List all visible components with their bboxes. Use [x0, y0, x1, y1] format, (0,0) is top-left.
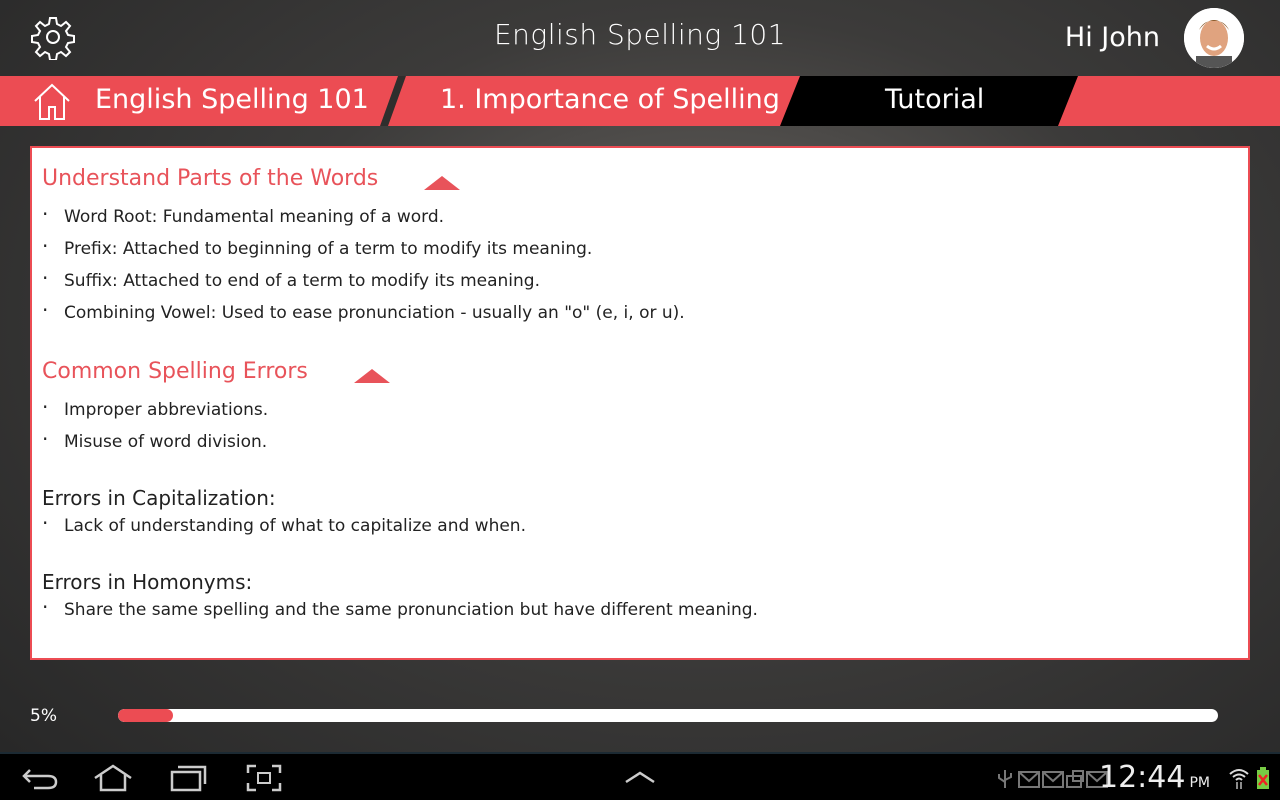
progress-bar — [118, 709, 1218, 722]
subsection-title: Errors in Capitalization: — [42, 486, 276, 510]
list-item: Combining Vowel: Used to ease pronunciat… — [42, 294, 1238, 329]
collapse-triangle-icon[interactable] — [424, 175, 461, 190]
breadcrumb: English Spelling 101 1. Importance of Sp… — [0, 76, 1280, 126]
chevron-up-icon[interactable] — [624, 770, 656, 786]
list-item: Suffix: Attached to end of a term to mod… — [42, 262, 1238, 297]
avatar[interactable] — [1184, 8, 1244, 68]
breadcrumb-divider — [380, 76, 406, 126]
subsection-list: Share the same spelling and the same pro… — [42, 591, 1238, 626]
notification-icons[interactable] — [995, 768, 1110, 790]
subsection-title: Errors in Homonyms: — [42, 570, 253, 594]
greeting: Hi John — [1064, 22, 1160, 53]
collapse-triangle-icon[interactable] — [353, 368, 390, 383]
list-item: Share the same spelling and the same pro… — [42, 591, 1238, 626]
section-header[interactable]: Common Spelling Errors — [42, 359, 1238, 384]
subsection-list: Lack of understanding of what to capital… — [42, 507, 1238, 542]
list-item: Improper abbreviations. — [42, 391, 1238, 426]
list-item: Word Root: Fundamental meaning of a word… — [42, 198, 1238, 233]
home-nav-icon[interactable] — [93, 764, 133, 792]
app-header: English Spelling 101 Hi John — [0, 0, 1280, 76]
clock[interactable]: 12:44 PM — [1099, 760, 1210, 795]
home-icon[interactable] — [32, 81, 72, 121]
clock-time: 12:44 — [1099, 760, 1186, 795]
section-list: Improper abbreviations. Misuse of word d… — [42, 391, 1238, 458]
screenshot-icon[interactable] — [246, 764, 282, 792]
section-list: Word Root: Fundamental meaning of a word… — [42, 198, 1238, 329]
breadcrumb-tutorial[interactable]: Tutorial — [885, 84, 984, 115]
system-nav-bar: 12:44 PM — [0, 752, 1280, 800]
list-item: Misuse of word division. — [42, 423, 1238, 458]
clock-ampm: PM — [1189, 775, 1210, 791]
section-header[interactable]: Understand Parts of the Words — [42, 166, 1238, 191]
list-item: Lack of understanding of what to capital… — [42, 507, 1238, 542]
list-item: Prefix: Attached to beginning of a term … — [42, 230, 1238, 265]
section-title: Understand Parts of the Words — [42, 166, 379, 191]
battery-icon — [1257, 767, 1269, 789]
back-icon[interactable] — [22, 766, 58, 790]
progress-fill — [118, 709, 173, 722]
wifi-icon — [1229, 769, 1249, 789]
breadcrumb-course[interactable]: English Spelling 101 — [95, 84, 369, 115]
tutorial-content: Understand Parts of the Words Word Root:… — [30, 146, 1250, 660]
recent-apps-icon[interactable] — [170, 764, 208, 792]
breadcrumb-chapter[interactable]: 1. Importance of Spelling — [440, 84, 780, 115]
progress-label: 5% — [30, 706, 57, 726]
section-title: Common Spelling Errors — [42, 359, 308, 384]
